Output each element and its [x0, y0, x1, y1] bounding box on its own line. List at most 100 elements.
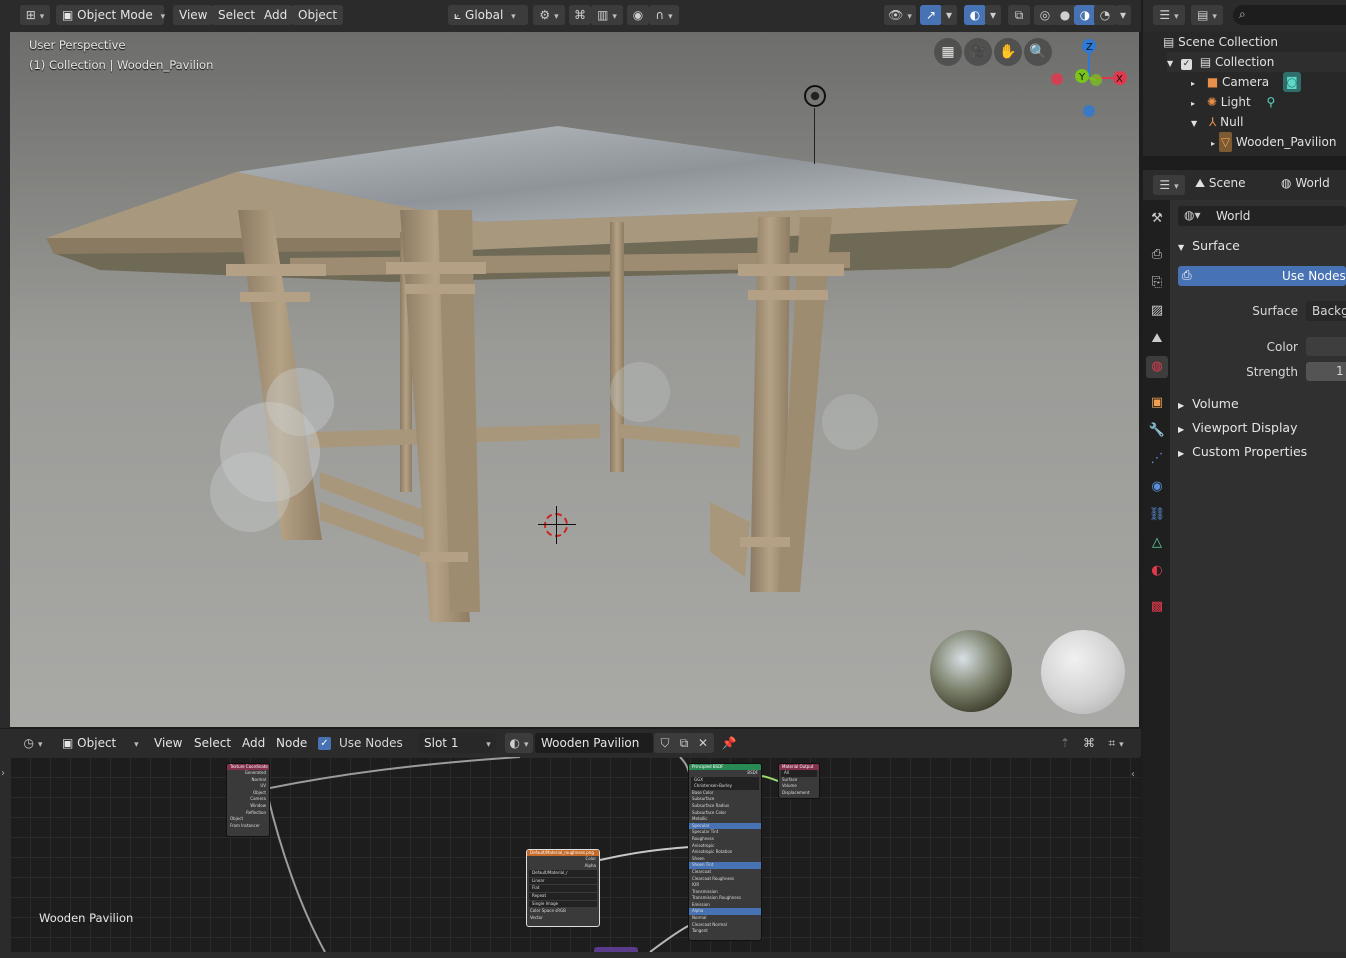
- surface-label: Surface: [1252, 304, 1298, 318]
- node-menu-select[interactable]: Select: [188, 733, 237, 753]
- expand-arrow-icon[interactable]: ▼: [1167, 59, 1173, 68]
- transform-orientation-select[interactable]: ⟀ Global ▾: [448, 5, 528, 25]
- checkbox-icon[interactable]: ✓: [1180, 59, 1192, 70]
- light-data-icon[interactable]: ⚲: [1267, 95, 1276, 109]
- sidebar-toggle-icon[interactable]: ‹: [1131, 769, 1135, 780]
- node-menu-add[interactable]: Add: [236, 733, 271, 753]
- viewport-display-panel-header[interactable]: ▶ Viewport Display: [1178, 420, 1297, 435]
- menu-select[interactable]: Select: [212, 5, 262, 25]
- pan-hand-icon[interactable]: ✋: [994, 38, 1022, 66]
- node-socket: Camera: [250, 796, 266, 802]
- output-tab-icon[interactable]: ⎘: [1146, 272, 1168, 294]
- particles-tab-icon[interactable]: ⋰: [1146, 448, 1168, 470]
- menu-object[interactable]: Object: [292, 5, 344, 25]
- world-datablock-field[interactable]: ◍▾ World: [1178, 206, 1346, 226]
- parent-node-tree-icon[interactable]: ⇡: [1054, 733, 1076, 753]
- material-browse-icon[interactable]: ◐ ▾: [505, 733, 533, 753]
- surface-panel-header[interactable]: ▼ Surface: [1178, 238, 1240, 253]
- gizmo-icon[interactable]: ↗: [920, 5, 942, 25]
- use-nodes-button[interactable]: ⎙ Use Nodes: [1178, 266, 1346, 286]
- principled-bsdf-node[interactable]: Principled BSDF BSDF GGX Christensen-Bur…: [688, 763, 762, 941]
- menu-add[interactable]: Add: [258, 5, 294, 25]
- surface-shader-field[interactable]: Backgr: [1306, 301, 1346, 321]
- use-nodes-checkbox[interactable]: ✓: [318, 737, 331, 750]
- snap-target-icon[interactable]: ▥ ▾: [591, 5, 623, 25]
- hdri-preview-sphere: [930, 630, 1012, 712]
- node-editor-canvas[interactable]: Texture Coordinate Generated Normal UV O…: [10, 757, 1139, 952]
- gizmo-dropdown-icon[interactable]: ▾: [941, 5, 957, 25]
- volume-panel-header[interactable]: ▶ Volume: [1178, 396, 1239, 411]
- node-socket: Emission: [692, 901, 710, 907]
- custom-properties-panel-header[interactable]: ▶ Custom Properties: [1178, 444, 1307, 459]
- camera-view-icon[interactable]: 🎥: [964, 38, 992, 66]
- snap-icon[interactable]: ⌘: [569, 5, 591, 25]
- unlink-material-icon[interactable]: ✕: [692, 733, 714, 753]
- constraints-tab-icon[interactable]: ⛓: [1146, 504, 1168, 526]
- image-texture-node[interactable]: Default/Material_roughness.png Color Alp…: [526, 849, 600, 927]
- outliner-row-wooden-pavilion[interactable]: ▸ ▽ Wooden_Pavilion: [1211, 132, 1336, 152]
- outliner-search-input[interactable]: ⌕: [1233, 5, 1346, 25]
- material-tab-icon[interactable]: ◐: [1146, 560, 1168, 582]
- slot-select[interactable]: Slot 1 ▾: [418, 733, 496, 753]
- material-output-node[interactable]: Material Output All Surface Volume Displ…: [778, 763, 820, 799]
- expand-arrow-icon[interactable]: ▼: [1191, 119, 1197, 128]
- visibility-icon[interactable]: 👁 ▾: [884, 5, 916, 25]
- node-menu-view[interactable]: View: [148, 733, 188, 753]
- overlays-icon[interactable]: ◐: [964, 5, 986, 25]
- mode-select[interactable]: ▣ Object Mode ▾: [56, 5, 165, 25]
- properties-editor-type-icon[interactable]: ☰ ▾: [1153, 175, 1185, 195]
- node-menu-node[interactable]: Node: [270, 733, 313, 753]
- viewport-3d[interactable]: User Perspective (1) Collection | Wooden…: [10, 32, 1139, 727]
- physics-tab-icon[interactable]: ◉: [1146, 476, 1168, 498]
- shading-dropdown-icon[interactable]: ▾: [1115, 5, 1131, 25]
- shader-type-select[interactable]: ▣ Object ▾: [56, 733, 142, 753]
- outliner-row-null[interactable]: ▼ ⅄ Null: [1191, 112, 1243, 132]
- xray-icon[interactable]: ⧉: [1008, 5, 1030, 25]
- texture-coordinate-node[interactable]: Texture Coordinate Generated Normal UV O…: [226, 763, 270, 837]
- shading-solid-icon[interactable]: ●: [1054, 5, 1076, 25]
- node-socket: Color: [585, 856, 596, 861]
- overlays-dropdown-icon[interactable]: ▾: [985, 5, 1001, 25]
- light-object-icon[interactable]: [804, 85, 826, 107]
- toggle-camera-grid-icon[interactable]: ▦: [934, 38, 962, 66]
- editor-type-button[interactable]: ⊞ ▾: [20, 5, 50, 25]
- data-tab-icon[interactable]: △: [1146, 532, 1168, 554]
- breadcrumb-scene[interactable]: ⛰ Scene: [1195, 176, 1246, 191]
- toolbar-toggle-icon[interactable]: ›: [1, 768, 5, 779]
- shading-rendered-icon[interactable]: ◔: [1094, 5, 1116, 25]
- outliner-row-light[interactable]: ▸ ✺ Light ⚲: [1191, 92, 1275, 112]
- view-layer-tab-icon[interactable]: ▨: [1146, 300, 1168, 322]
- expand-arrow-icon[interactable]: ▸: [1191, 99, 1195, 108]
- node-socket: Alpha: [689, 908, 761, 916]
- camera-data-icon[interactable]: ◙: [1282, 72, 1301, 92]
- pivot-point-icon[interactable]: ⚙ ▾: [533, 5, 565, 25]
- strength-field[interactable]: 1: [1306, 362, 1346, 381]
- navigation-gizmo[interactable]: Z X Y: [1046, 34, 1136, 124]
- display-mode-icon[interactable]: ▤ ▾: [1191, 5, 1223, 25]
- menu-view[interactable]: View: [173, 5, 214, 25]
- snap-element-icon[interactable]: ⌗ ▾: [1100, 733, 1132, 753]
- modifier-tab-icon[interactable]: 🔧: [1146, 420, 1168, 442]
- falloff-icon[interactable]: ∩ ▾: [649, 5, 679, 25]
- shading-material-icon[interactable]: ◑: [1074, 5, 1096, 25]
- shading-wireframe-icon[interactable]: ◎: [1034, 5, 1056, 25]
- snap-node-icon[interactable]: ⌘: [1078, 733, 1100, 753]
- expand-arrow-icon[interactable]: ▸: [1211, 139, 1215, 148]
- object-tab-icon[interactable]: ▣: [1146, 392, 1168, 414]
- outliner-row-collection[interactable]: ▼ ✓ ▤ Collection: [1167, 52, 1346, 72]
- tool-tab-icon[interactable]: ⚒: [1146, 208, 1168, 230]
- scene-tab-icon[interactable]: ⛰: [1146, 328, 1168, 350]
- breadcrumb-world[interactable]: ◍ World: [1281, 176, 1330, 190]
- world-tab-icon[interactable]: ◍: [1146, 356, 1168, 378]
- outliner-editor-type-icon[interactable]: ☰ ▾: [1153, 5, 1185, 25]
- outliner-row-scene-collection[interactable]: ▤ Scene Collection: [1163, 32, 1278, 52]
- pin-icon[interactable]: 📌: [718, 733, 740, 753]
- expand-arrow-icon[interactable]: ▸: [1191, 79, 1195, 88]
- color-swatch[interactable]: [1306, 337, 1346, 356]
- outliner-row-camera[interactable]: ▸ ■ Camera ◙: [1191, 72, 1301, 92]
- material-name-field[interactable]: Wooden Pavilion: [535, 733, 653, 753]
- proportional-edit-icon[interactable]: ◉: [627, 5, 649, 25]
- render-tab-icon[interactable]: ⎙: [1146, 244, 1168, 266]
- node-editor-type-icon[interactable]: ◷ ▾: [18, 733, 48, 753]
- texture-tab-icon[interactable]: ▩: [1146, 596, 1168, 618]
